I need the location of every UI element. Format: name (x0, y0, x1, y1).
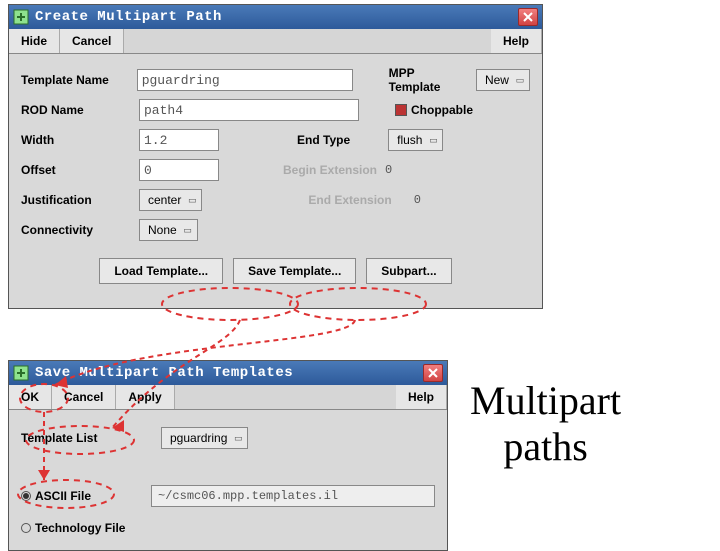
end-extension-value: 0 (414, 193, 450, 207)
offset-input[interactable]: 0 (139, 159, 219, 181)
justification-dropdown[interactable]: center ▭ (139, 189, 202, 211)
ok-button[interactable]: OK (9, 385, 52, 409)
dropdown-handle-icon: ▭ (233, 433, 243, 444)
rod-name-input[interactable]: path4 (139, 99, 359, 121)
window-title: Save Multipart Path Templates (35, 365, 423, 381)
subpart-button[interactable]: Subpart... (366, 258, 451, 284)
form-area: Template List pguardring ▭ ASCII File ~/… (9, 410, 447, 550)
radio-icon (21, 491, 31, 501)
buttonbar: Hide Cancel Help (9, 29, 542, 54)
checkbox-icon (395, 104, 407, 116)
close-button[interactable] (518, 8, 538, 26)
end-type-value: flush (397, 133, 422, 147)
radio-icon (21, 523, 31, 533)
save-multipart-templates-window: Save Multipart Path Templates OK Cancel … (8, 360, 448, 551)
technology-file-label: Technology File (35, 521, 125, 535)
dropdown-handle-icon: ▭ (515, 75, 525, 86)
titlebar[interactable]: Create Multipart Path (9, 5, 542, 29)
help-button[interactable]: Help (396, 385, 447, 409)
cancel-button[interactable]: Cancel (52, 385, 116, 409)
connectivity-value: None (148, 223, 177, 237)
dropdown-handle-icon: ▭ (183, 225, 193, 236)
width-input[interactable]: 1.2 (139, 129, 219, 151)
choppable-label: Choppable (411, 103, 473, 117)
app-icon (13, 365, 29, 381)
action-bar: Load Template... Save Template... Subpar… (21, 248, 530, 294)
window-title: Create Multipart Path (35, 9, 518, 25)
ascii-file-label: ASCII File (35, 489, 91, 503)
titlebar[interactable]: Save Multipart Path Templates (9, 361, 447, 385)
dropdown-handle-icon: ▭ (428, 135, 438, 146)
caption-line-2: paths (470, 424, 621, 470)
help-button[interactable]: Help (491, 29, 542, 53)
rod-name-label: ROD Name (21, 103, 139, 117)
new-button-label: New (485, 73, 509, 87)
template-list-label: Template List (21, 431, 161, 445)
justification-value: center (148, 193, 181, 207)
template-name-label: Template Name (21, 73, 137, 87)
end-extension-label: End Extension (308, 193, 391, 207)
template-list-value: pguardring (170, 431, 227, 445)
ascii-file-path[interactable]: ~/csmc06.mpp.templates.il (151, 485, 435, 507)
dropdown-handle-icon: ▭ (187, 195, 197, 206)
mpp-template-label: MPP Template (389, 66, 468, 94)
begin-extension-label: Begin Extension (283, 163, 377, 177)
end-type-dropdown[interactable]: flush ▭ (388, 129, 443, 151)
end-type-label: End Type (297, 133, 350, 147)
load-template-button[interactable]: Load Template... (99, 258, 223, 284)
choppable-checkbox[interactable]: Choppable (395, 103, 473, 117)
new-button[interactable]: New ▭ (476, 69, 530, 91)
template-list-dropdown[interactable]: pguardring ▭ (161, 427, 248, 449)
connectivity-dropdown[interactable]: None ▭ (139, 219, 198, 241)
begin-extension-value: 0 (385, 163, 421, 177)
technology-file-radio[interactable]: Technology File (21, 514, 435, 542)
hide-button[interactable]: Hide (9, 29, 60, 53)
app-icon (13, 9, 29, 25)
apply-button[interactable]: Apply (116, 385, 174, 409)
connectivity-label: Connectivity (21, 223, 139, 237)
slide-caption: Multipart paths (470, 378, 621, 470)
offset-label: Offset (21, 163, 139, 177)
cancel-button[interactable]: Cancel (60, 29, 124, 53)
ascii-file-radio[interactable]: ASCII File ~/csmc06.mpp.templates.il (21, 482, 435, 510)
form-area: Template Name pguardring MPP Template Ne… (9, 54, 542, 308)
justification-label: Justification (21, 193, 139, 207)
template-name-input[interactable]: pguardring (137, 69, 353, 91)
create-multipart-path-window: Create Multipart Path Hide Cancel Help T… (8, 4, 543, 309)
caption-line-1: Multipart (470, 378, 621, 424)
save-template-button[interactable]: Save Template... (233, 258, 356, 284)
buttonbar: OK Cancel Apply Help (9, 385, 447, 410)
close-button[interactable] (423, 364, 443, 382)
width-label: Width (21, 133, 139, 147)
